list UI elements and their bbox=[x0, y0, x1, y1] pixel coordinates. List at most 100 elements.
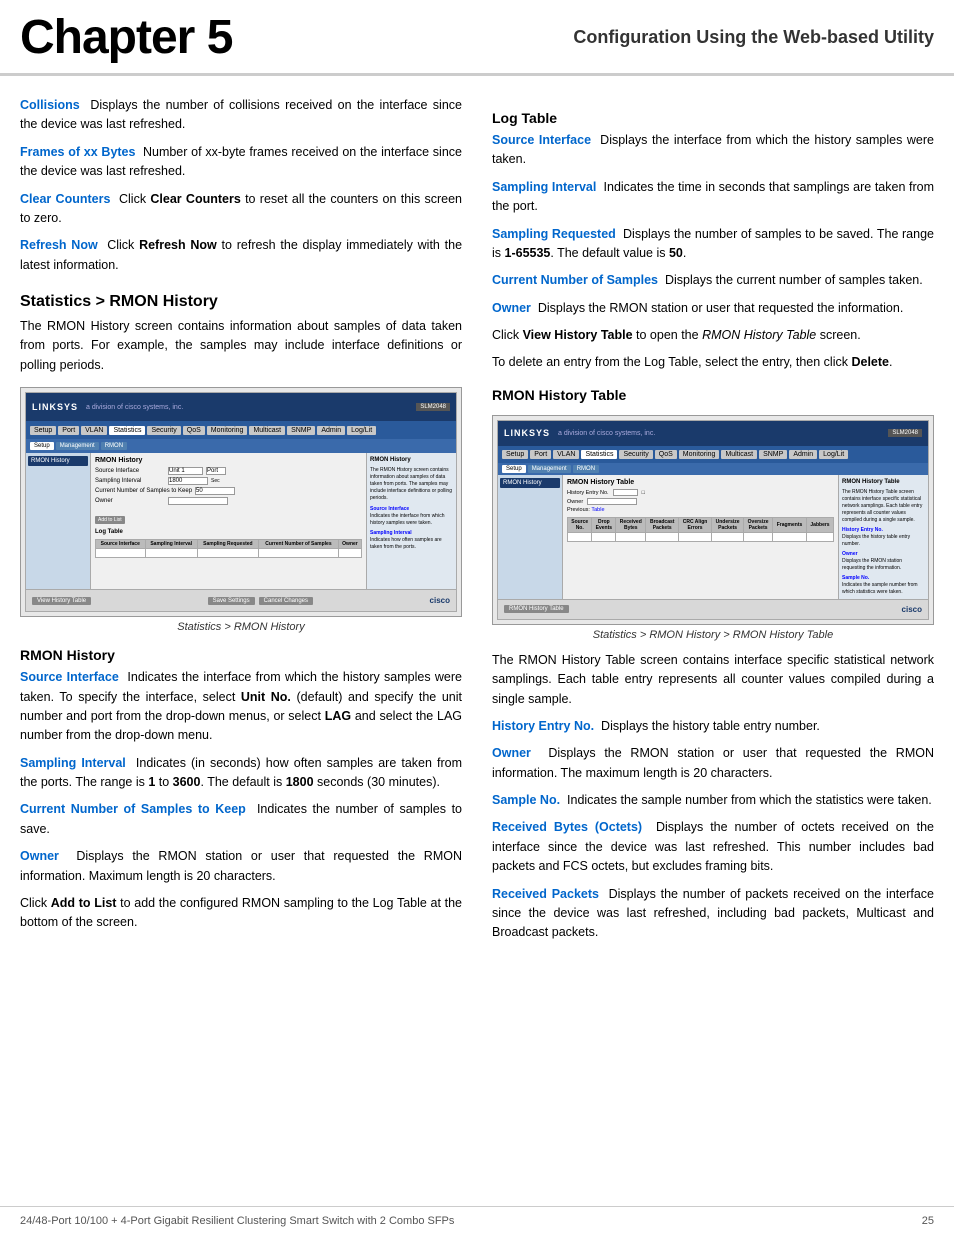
device-main1: RMON History Source Interface Unit 1 Por… bbox=[91, 453, 366, 589]
sampling-interval-right-para: Sampling Interval Indicates the time in … bbox=[492, 178, 934, 217]
history-table-sim: SourceNo. DropEvents ReceivedBytes Broad… bbox=[567, 517, 834, 542]
device-model1: SLM2048 bbox=[416, 403, 450, 411]
sub-nav2: Setup Management RMON bbox=[498, 463, 928, 476]
filter-row-history-entry: History Entry No. □ bbox=[567, 489, 834, 496]
log-table-heading: Log Table bbox=[492, 110, 934, 126]
screenshot2-box: LINKSYS a division of cisco systems, inc… bbox=[492, 415, 934, 625]
rmon-history-table-btn-sim: RMON History Table bbox=[504, 605, 569, 613]
history-entry-no-para: History Entry No. Displays the history t… bbox=[492, 717, 934, 736]
log-table-sim: Source Interface Sampling Interval Sampl… bbox=[95, 539, 362, 558]
right-column: Log Table Source Interface Displays the … bbox=[492, 96, 934, 951]
subnav-management: Management bbox=[56, 442, 99, 450]
nav-monitoring: Monitoring bbox=[207, 426, 248, 435]
rmon-history-table-intro: The RMON History Table screen contains i… bbox=[492, 651, 934, 709]
sampling-interval-right-term: Sampling Interval bbox=[492, 180, 596, 194]
nav2-security: Security bbox=[619, 450, 652, 459]
statistics-rmon-heading: Statistics > RMON History bbox=[20, 293, 462, 311]
nav2-qos: QoS bbox=[655, 450, 677, 459]
current-samples-para-left: Current Number of Samples to Keep Indica… bbox=[20, 800, 462, 839]
clear-counters-term: Clear Counters bbox=[20, 192, 110, 206]
received-bytes-term: Received Bytes (Octets) bbox=[492, 820, 642, 834]
nav-vlan: VLAN bbox=[81, 426, 107, 435]
current-samples-right-para: Current Number of Samples Displays the c… bbox=[492, 271, 934, 290]
device-subtitle1: a division of cisco systems, inc. bbox=[86, 404, 183, 411]
nav2-port: Port bbox=[530, 450, 551, 459]
device-right-panel2: RMON History Table The RMON History Tabl… bbox=[838, 475, 928, 598]
owner-right-term: Owner bbox=[492, 301, 531, 315]
subnav2-setup: Setup bbox=[502, 465, 526, 473]
device-sidebar1: RMON History bbox=[26, 453, 91, 589]
nav2-admin: Admin bbox=[789, 450, 817, 459]
footer-left: 24/48-Port 10/100 + 4-Port Gigabit Resil… bbox=[20, 1215, 454, 1227]
cisco-logo2: cisco bbox=[902, 605, 922, 614]
screenshot1-box: LINKSYS a division of cisco systems, inc… bbox=[20, 387, 462, 617]
nav2-statistics: Statistics bbox=[581, 450, 617, 459]
rmon-history-table-title: RMON History Table bbox=[567, 479, 834, 486]
nav-admin: Admin bbox=[317, 426, 345, 435]
sampling-interval-term-left: Sampling Interval bbox=[20, 756, 126, 770]
device-right-panel1: RMON History The RMON History screen con… bbox=[366, 453, 456, 589]
frames-para: Frames of xx Bytes Number of xx-byte fra… bbox=[20, 143, 462, 182]
nav-port: Port bbox=[58, 426, 79, 435]
filter-row-owner: Owner bbox=[567, 498, 834, 505]
add-to-list-btn-sim: Add to List bbox=[95, 516, 125, 524]
subnav2-management: Management bbox=[528, 465, 571, 473]
rmon-history-subheading: RMON History bbox=[20, 647, 462, 663]
cancel-changes-btn-sim: Cancel Changes bbox=[259, 597, 313, 605]
statistics-rmon-intro: The RMON History screen contains informa… bbox=[20, 317, 462, 375]
left-column: Collisions Displays the number of collis… bbox=[20, 96, 462, 951]
nav2-loglit: Log/Lit bbox=[819, 450, 848, 459]
previous-label: Previous: Table bbox=[567, 507, 834, 513]
device-bottom1: View History Table Save Settings Cancel … bbox=[26, 589, 456, 611]
page-header: Chapter 5 Configuration Using the Web-ba… bbox=[0, 0, 954, 76]
received-packets-para: Received Packets Displays the number of … bbox=[492, 885, 934, 943]
sub-nav1: Setup Management RMON bbox=[26, 439, 456, 453]
linksys-logo1: LINKSYS bbox=[32, 402, 78, 412]
screenshot1-caption: Statistics > RMON History bbox=[20, 621, 462, 633]
received-bytes-para: Received Bytes (Octets) Displays the num… bbox=[492, 818, 934, 876]
footer-right: 25 bbox=[922, 1215, 934, 1227]
collisions-para: Collisions Displays the number of collis… bbox=[20, 96, 462, 135]
collisions-term: Collisions bbox=[20, 98, 80, 112]
device-model2: SLM2048 bbox=[888, 429, 922, 437]
log-table-label: Log Table bbox=[95, 529, 362, 535]
form-row-source: Source Interface Unit 1 Port bbox=[95, 467, 362, 475]
owner-right-para: Owner Displays the RMON station or user … bbox=[492, 299, 934, 318]
device-sidebar2: RMON History bbox=[498, 475, 563, 598]
add-to-list-note: Click Add to List to add the configured … bbox=[20, 894, 462, 933]
form-row-interval: Sampling Interval 1800 Sec bbox=[95, 477, 362, 485]
rmon-history-table-heading: RMON History Table bbox=[492, 387, 934, 403]
owner-right2-para: Owner Displays the RMON station or user … bbox=[492, 744, 934, 783]
nav2-setup: Setup bbox=[502, 450, 528, 459]
sampling-requested-para: Sampling Requested Displays the number o… bbox=[492, 225, 934, 264]
refresh-now-term: Refresh Now bbox=[20, 238, 98, 252]
subnav-rmon: RMON bbox=[101, 442, 127, 450]
device-nav1: Setup Port VLAN Statistics Security QoS … bbox=[26, 421, 456, 439]
view-history-note: Click View History Table to open the RMO… bbox=[492, 326, 934, 345]
subnav2-rmon: RMON bbox=[573, 465, 599, 473]
view-history-btn-sim: View History Table bbox=[32, 597, 91, 605]
source-interface-right-term: Source Interface bbox=[492, 133, 591, 147]
nav2-vlan: VLAN bbox=[553, 450, 579, 459]
clear-counters-para: Clear Counters Click Clear Counters to r… bbox=[20, 190, 462, 229]
current-samples-right-term: Current Number of Samples bbox=[492, 273, 658, 287]
chapter-title: Chapter 5 bbox=[20, 10, 232, 65]
form-row-owner: Owner bbox=[95, 497, 362, 505]
nav-loglit: Log/Lit bbox=[347, 426, 376, 435]
device-screenshot2: LINKSYS a division of cisco systems, inc… bbox=[497, 420, 929, 620]
page-footer: 24/48-Port 10/100 + 4-Port Gigabit Resil… bbox=[0, 1206, 954, 1235]
nav-multicast: Multicast bbox=[249, 426, 285, 435]
received-packets-term: Received Packets bbox=[492, 887, 599, 901]
sampling-requested-term: Sampling Requested bbox=[492, 227, 616, 241]
device-body2: RMON History RMON History Table History … bbox=[498, 475, 928, 598]
device-screenshot1: LINKSYS a division of cisco systems, inc… bbox=[25, 392, 457, 612]
screenshot2-caption: Statistics > RMON History > RMON History… bbox=[492, 629, 934, 641]
nav-qos: QoS bbox=[183, 426, 205, 435]
linksys-logo2: LINKSYS bbox=[504, 428, 550, 438]
device-header2: LINKSYS a division of cisco systems, inc… bbox=[498, 421, 928, 446]
page-title: Configuration Using the Web-based Utilit… bbox=[573, 27, 934, 48]
main-content: Collisions Displays the number of collis… bbox=[0, 76, 954, 991]
sample-no-para: Sample No. Indicates the sample number f… bbox=[492, 791, 934, 810]
nav-snmp: SNMP bbox=[287, 426, 315, 435]
nav-setup: Setup bbox=[30, 426, 56, 435]
